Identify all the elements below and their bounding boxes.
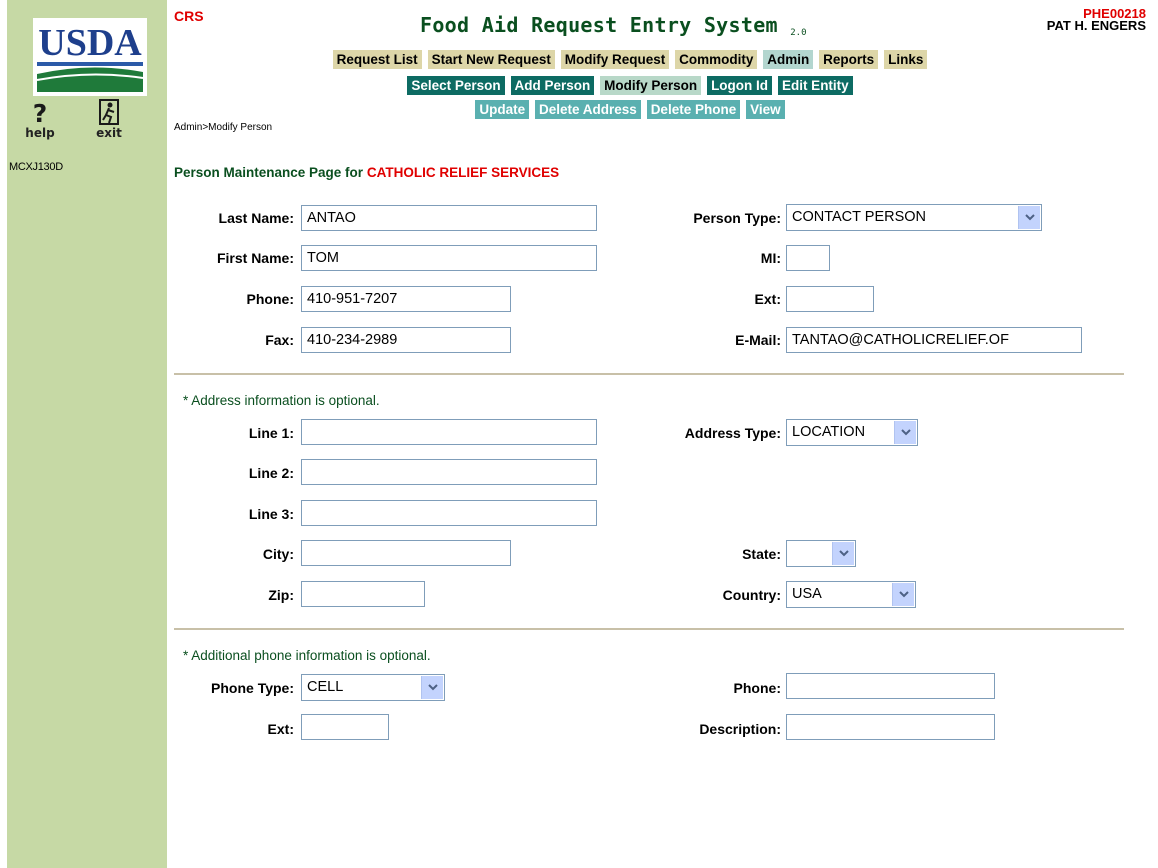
phone-type-label: Phone Type: [211,680,294,696]
mi-label: MI: [760,250,781,266]
view-button[interactable]: View [746,100,785,119]
ext-field[interactable] [786,286,874,312]
chevron-down-icon[interactable] [832,542,854,565]
phone-optional-note: * Additional phone information is option… [183,648,431,663]
person-type-value: CONTACT PERSON [792,209,927,225]
exit-link[interactable]: exit [93,98,125,140]
line1-field[interactable] [301,419,597,445]
ext-label: Ext: [754,291,781,307]
menu-commodity[interactable]: Commodity [675,50,758,69]
city-field[interactable] [301,540,511,566]
description-label: Description: [699,721,781,737]
exit-label: exit [96,126,122,140]
app-title: Food Aid Request Entry System 2.0 [420,13,807,38]
additional-phone-label: Phone: [733,680,781,696]
help-label: help [25,126,55,140]
phone-field[interactable] [301,286,511,312]
phone-type-select[interactable]: CELL [301,674,445,701]
country-label: Country: [722,587,781,603]
menu-logon-id[interactable]: Logon Id [707,76,773,95]
chevron-down-icon[interactable] [892,583,914,606]
first-name-label: First Name: [216,250,294,266]
mi-field[interactable] [786,245,830,271]
svg-text:USDA: USDA [38,22,142,64]
menu-add-person[interactable]: Add Person [510,76,595,95]
page-title-prefix: Person Maintenance Page for [174,165,364,180]
country-value: USA [792,586,822,602]
line1-label: Line 1: [248,425,294,441]
city-label: City: [262,546,294,562]
email-field[interactable] [786,327,1082,353]
state-label: State: [742,546,781,562]
admin-submenu: Select Person Add Person Modify Person L… [174,76,1086,95]
section-divider [174,628,1124,630]
additional-phone-field[interactable] [786,673,995,699]
chevron-down-icon[interactable] [1018,206,1040,229]
update-button[interactable]: Update [475,100,530,119]
org-code: CRS [174,8,204,24]
additional-ext-label: Ext: [267,721,294,737]
person-type-label: Person Type: [693,210,781,226]
line3-field[interactable] [301,500,597,526]
state-select[interactable] [786,540,856,567]
page-title: Person Maintenance Page for CATHOLIC REL… [174,165,559,180]
phone-label: Phone: [246,291,294,307]
breadcrumb: Admin>Modify Person [174,122,273,133]
help-question-icon: ? [33,99,48,126]
zip-field[interactable] [301,581,425,607]
address-type-select[interactable]: LOCATION [786,419,918,446]
line2-label: Line 2: [248,465,294,481]
delete-address-button[interactable]: Delete Address [535,100,641,119]
description-field[interactable] [786,714,995,740]
menu-modify-person[interactable]: Modify Person [600,76,702,95]
address-type-label: Address Type: [684,425,781,441]
address-optional-note: * Address information is optional. [183,393,380,408]
main-menu: Request List Start New Request Modify Re… [174,50,1086,69]
phone-type-value: CELL [307,679,344,695]
exit-runner-icon [99,99,119,125]
zip-label: Zip: [268,587,294,603]
app-version: 2.0 [790,28,807,38]
app-title-text: Food Aid Request Entry System [420,13,778,37]
last-name-label: Last Name: [218,210,294,226]
delete-phone-button[interactable]: Delete Phone [646,100,741,119]
additional-ext-field[interactable] [301,714,389,740]
last-name-field[interactable] [301,205,597,231]
email-label: E-Mail: [735,332,781,348]
line2-field[interactable] [301,459,597,485]
help-link[interactable]: ? help [24,98,56,140]
country-select[interactable]: USA [786,581,916,608]
menu-start-new-request[interactable]: Start New Request [427,50,555,69]
menu-select-person[interactable]: Select Person [407,76,505,95]
menu-admin[interactable]: Admin [763,50,814,69]
first-name-field[interactable] [301,245,597,271]
menu-links[interactable]: Links [884,50,928,69]
address-type-value: LOCATION [792,424,866,440]
line3-label: Line 3: [248,506,294,522]
person-actions-menu: Update Delete Address Delete Phone View [174,100,1086,119]
page-title-org: CATHOLIC RELIEF SERVICES [366,165,560,180]
chevron-down-icon[interactable] [421,676,443,699]
left-sidebar: USDA ? help exit MCXJ130D [7,0,167,868]
svg-text:?: ? [33,99,48,126]
usda-logo: USDA [33,18,147,96]
chevron-down-icon[interactable] [894,421,916,444]
menu-request-list[interactable]: Request List [332,50,422,69]
fax-label: Fax: [265,332,294,348]
menu-modify-request[interactable]: Modify Request [560,50,670,69]
user-name: PAT H. ENGERS [1046,18,1146,33]
section-divider [174,373,1124,375]
person-type-select[interactable]: CONTACT PERSON [786,204,1042,231]
menu-edit-entity[interactable]: Edit Entity [777,76,853,95]
fax-field[interactable] [301,327,511,353]
menu-reports[interactable]: Reports [819,50,879,69]
screen-id: MCXJ130D [9,161,63,173]
